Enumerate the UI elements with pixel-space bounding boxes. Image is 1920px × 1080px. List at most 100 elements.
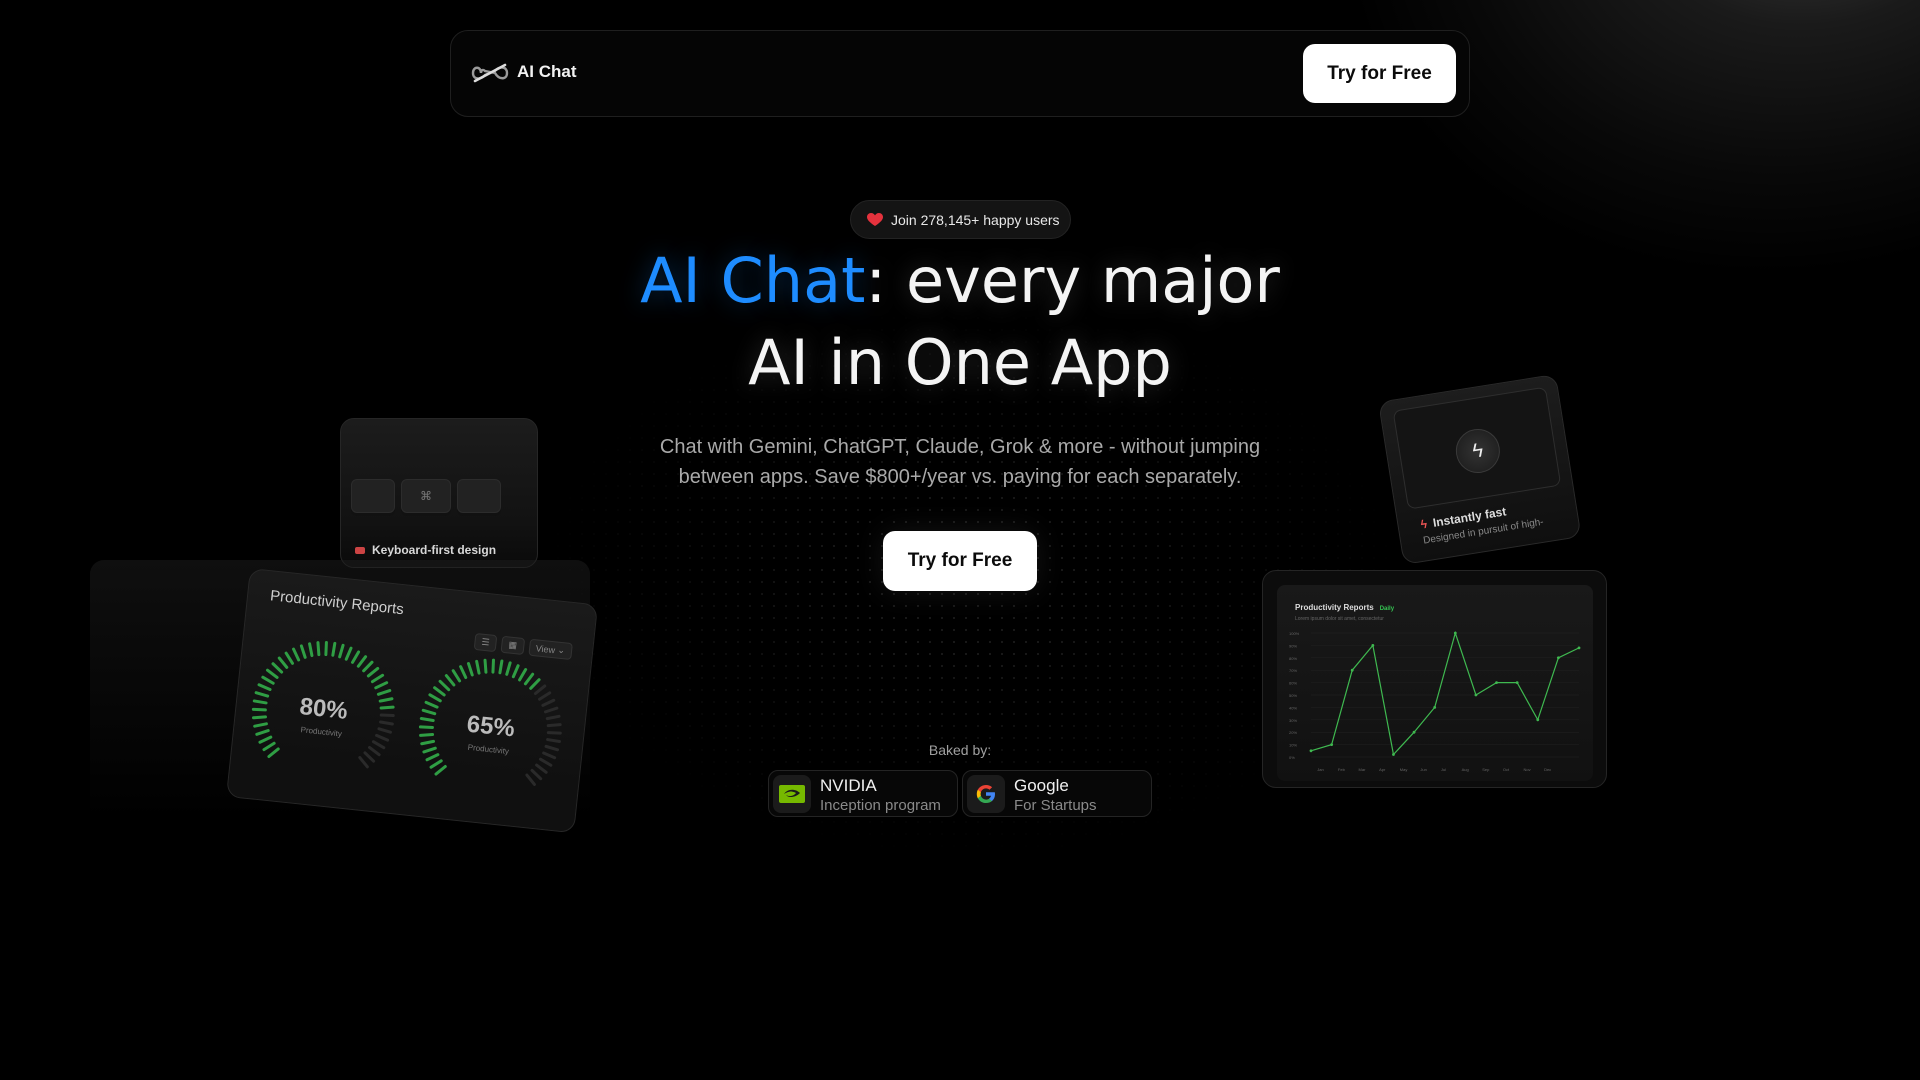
chart-point [1556, 656, 1560, 660]
chart-x-tick-label: Apr [1379, 767, 1386, 772]
subtitle-line2: between apps. Save $800+/year vs. paying… [678, 466, 1242, 488]
chart-y-tick-label: 0% [1289, 755, 1295, 760]
productivity-chart-card: Productivity Reports Daily Lorem ipsum do… [1262, 570, 1607, 788]
lightning-small-icon: ϟ [1419, 516, 1429, 532]
gauge-tick [428, 693, 442, 703]
partner-sub: For Startups [1014, 797, 1097, 814]
chart-x-tick-label: Dec [1544, 767, 1551, 772]
chart-point [1495, 681, 1498, 684]
gauge-tick [429, 759, 443, 769]
infinity-logo-icon [471, 63, 509, 83]
google-logo-icon [967, 775, 1005, 813]
gauge-tick [316, 641, 321, 657]
heart-icon [867, 212, 883, 226]
gauge-tick [475, 659, 481, 675]
chart-point [1474, 693, 1478, 697]
gauge-tick [518, 668, 528, 682]
chart-y-tick-label: 40% [1289, 705, 1297, 710]
gauge-tick [535, 763, 548, 774]
chart-point [1536, 718, 1540, 722]
headline-line1: : every major [865, 244, 1280, 317]
lightning-bolt-icon: ϟ [1452, 425, 1504, 477]
gauge-tick [525, 773, 536, 786]
chart-x-tick-label: Jun [1420, 767, 1426, 772]
brand-name[interactable]: AI Chat [517, 62, 577, 82]
gauge-tick [498, 659, 504, 675]
chart-y-tick-label: 60% [1289, 681, 1297, 686]
gauge-tick [533, 684, 547, 696]
gauge-tick [370, 673, 385, 684]
headline-accent: AI Chat [640, 244, 866, 317]
productivity-reports-card: Productivity Reports ☰ ▦ View ⌄ 80% Prod… [225, 568, 599, 834]
gauge-tick [433, 686, 446, 697]
chart-y-tick-label: 100% [1289, 631, 1300, 636]
hero-headline: AI Chat: every major AI in One App [460, 240, 1460, 404]
gauge-tick [459, 665, 468, 680]
gauge-tick [483, 658, 488, 674]
badge-text: Join 278,145+ happy users [891, 211, 1060, 228]
gauge-tick [368, 745, 381, 757]
gauge-tick [262, 741, 276, 752]
gauge-tick [299, 644, 307, 659]
gauge-tick [491, 658, 495, 674]
gauge-tick [505, 661, 512, 676]
gauge-tick [511, 664, 520, 679]
list-view-icon: ☰ [473, 632, 498, 653]
gauge-tick [543, 706, 559, 714]
gauge-tick [523, 672, 535, 686]
gauge-tick [356, 655, 368, 668]
gauge-tick [324, 641, 328, 657]
gauge-tick [541, 698, 556, 707]
gauge-tick [438, 679, 451, 692]
keyboard-key [351, 479, 395, 513]
headline-line2: AI in One App [748, 326, 1172, 399]
chart-y-tick-label: 90% [1289, 643, 1297, 648]
chart-y-tick-label: 30% [1289, 718, 1297, 723]
chart-y-tick-label: 70% [1289, 668, 1297, 673]
gauge-tick [434, 765, 447, 776]
nav-try-for-free-button[interactable]: Try for Free [1303, 44, 1456, 103]
keyboard-small-icon [355, 547, 365, 554]
chart-x-tick-label: Oct [1503, 767, 1510, 772]
gauge-tick [292, 647, 301, 662]
gauge-tick [338, 643, 345, 659]
gauge-tick [358, 756, 369, 769]
gauge-tick [444, 674, 456, 687]
partner-google[interactable]: Google For Startups [962, 770, 1152, 817]
partner-sub: Inception program [820, 797, 941, 814]
keyboard-key [457, 479, 501, 513]
chart-point [1453, 631, 1457, 635]
gauge-tick [344, 646, 353, 661]
chart-tag: Daily [1379, 606, 1395, 612]
chart-x-tick-label: Sep [1482, 767, 1490, 772]
partner-nvidia[interactable]: NVIDIA Inception program [768, 770, 958, 817]
nvidia-logo-icon [773, 775, 811, 813]
gauge-tick [266, 668, 279, 679]
chart-x-tick-label: Aug [1462, 767, 1469, 772]
fast-card-screen: ϟ [1392, 386, 1562, 510]
gauge-tick [258, 735, 273, 744]
hero-try-for-free-button[interactable]: Try for Free [883, 531, 1037, 591]
chart-point [1515, 681, 1519, 684]
happy-users-badge: Join 278,145+ happy users [850, 200, 1071, 239]
gauge-tick [366, 666, 380, 678]
gauge-tick [374, 681, 389, 690]
chart-x-tick-label: Nov [1523, 767, 1530, 772]
view-dropdown-label: View [535, 642, 556, 655]
chart-y-tick-label: 10% [1289, 743, 1297, 748]
chart-point [1330, 743, 1334, 746]
hero-subtitle: Chat with Gemini, ChatGPT, Claude, Grok … [620, 432, 1300, 492]
gauge-tick [466, 662, 474, 677]
gauge-tick [425, 753, 440, 762]
chart-point [1412, 730, 1416, 734]
productivity-card-title: Productivity Reports [269, 587, 405, 619]
chart-x-tick-label: May [1400, 767, 1408, 772]
backed-by-label: Baked by: [928, 742, 992, 758]
chart-title: Productivity Reports Daily [1295, 603, 1394, 612]
chart-point [1371, 644, 1375, 647]
gauge-tick [362, 660, 374, 673]
gauge-tick [261, 675, 275, 685]
gauge-tick [363, 751, 376, 763]
chart-point [1350, 668, 1354, 672]
top-navbar: AI Chat Try for Free [450, 30, 1470, 117]
